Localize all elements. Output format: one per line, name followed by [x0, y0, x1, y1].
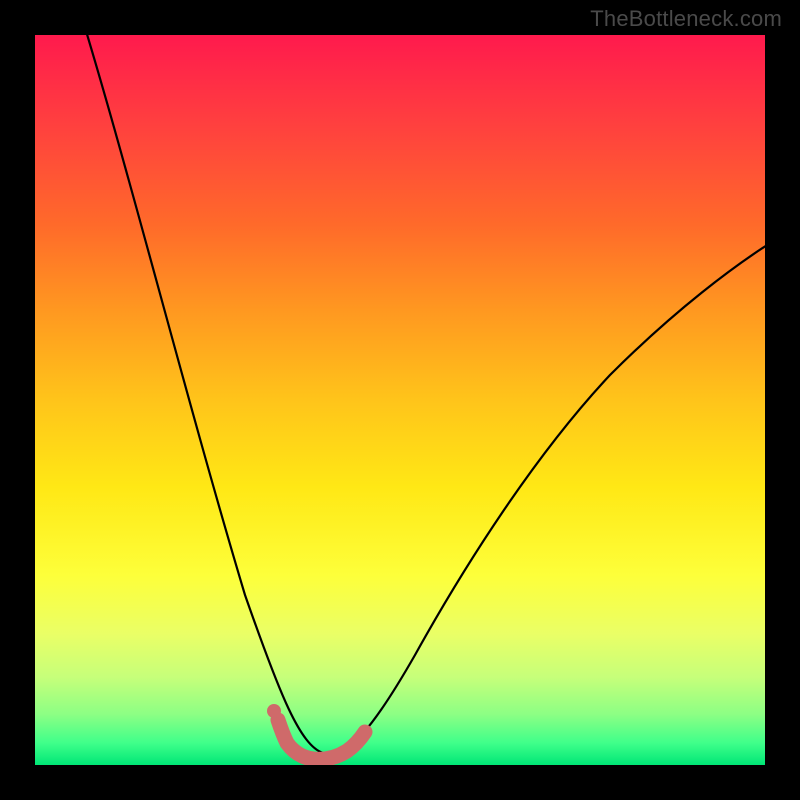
- watermark-text: TheBottleneck.com: [590, 6, 782, 32]
- plot-area: [35, 35, 765, 765]
- optimal-start-dot: [267, 704, 281, 718]
- curve-layer: [35, 35, 765, 765]
- bottleneck-curve: [75, 35, 765, 754]
- optimal-range-marker: [278, 720, 365, 759]
- chart-frame: TheBottleneck.com: [0, 0, 800, 800]
